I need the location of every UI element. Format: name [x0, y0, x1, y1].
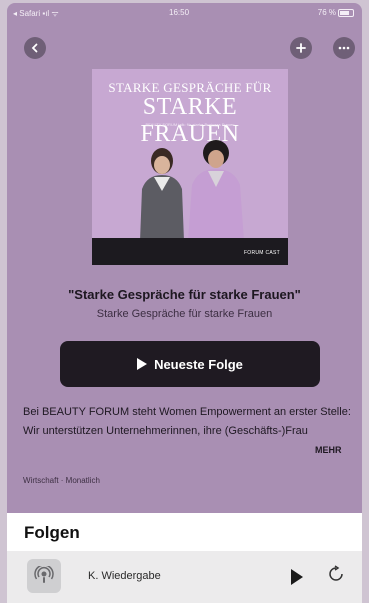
chevron-left-icon	[31, 43, 38, 53]
more-link[interactable]: MEHR	[315, 445, 342, 455]
podcast-icon	[27, 559, 61, 593]
back-button[interactable]	[24, 37, 46, 59]
add-button[interactable]	[290, 37, 312, 59]
status-bar: ◂ Safari ▪ıl ᯤ 16:50 76 %	[7, 3, 362, 21]
now-playing-row[interactable]: K. Wiedergabe	[7, 551, 362, 603]
ellipsis-icon	[338, 46, 350, 50]
episodes-section: Folgen K. Wiedergabe	[7, 513, 362, 603]
cover-logo: FORUM CAST	[243, 250, 280, 256]
play-latest-label: Neueste Folge	[154, 356, 243, 372]
cover-photo-women	[140, 140, 244, 243]
episodes-heading: Folgen	[24, 523, 80, 542]
more-button[interactable]	[333, 37, 355, 59]
podcast-category: Wirtschaft · Monatlich	[23, 476, 100, 485]
now-playing-title: K. Wiedergabe	[88, 570, 161, 582]
podcast-detail-screen: ◂ Safari ▪ıl ᯤ 16:50 76 % STARKE GESPRÄC…	[7, 3, 362, 603]
battery-icon	[338, 9, 354, 17]
play-icon	[137, 358, 148, 370]
podcast-cover-art: STARKE GESPRÄCHE FÜR STARKE FRAUEN BEAUT…	[92, 69, 288, 265]
battery-percent: 76 %	[317, 8, 336, 17]
play-button[interactable]	[291, 569, 303, 585]
podcast-author-link[interactable]: Starke Gespräche für starke Frauen	[7, 308, 362, 320]
podcast-description: Bei BEAUTY FORUM steht Women Empowerment…	[23, 406, 351, 437]
carrier-label: ◂ Safari ▪ıl ᯤ	[13, 9, 59, 18]
play-latest-episode-button[interactable]: Neueste Folge	[60, 341, 320, 387]
plus-icon	[296, 43, 306, 53]
podcast-title: "Starke Gespräche für starke Frauen"	[68, 287, 301, 302]
clock: 16:50	[169, 8, 190, 17]
refresh-icon[interactable]	[325, 565, 347, 587]
